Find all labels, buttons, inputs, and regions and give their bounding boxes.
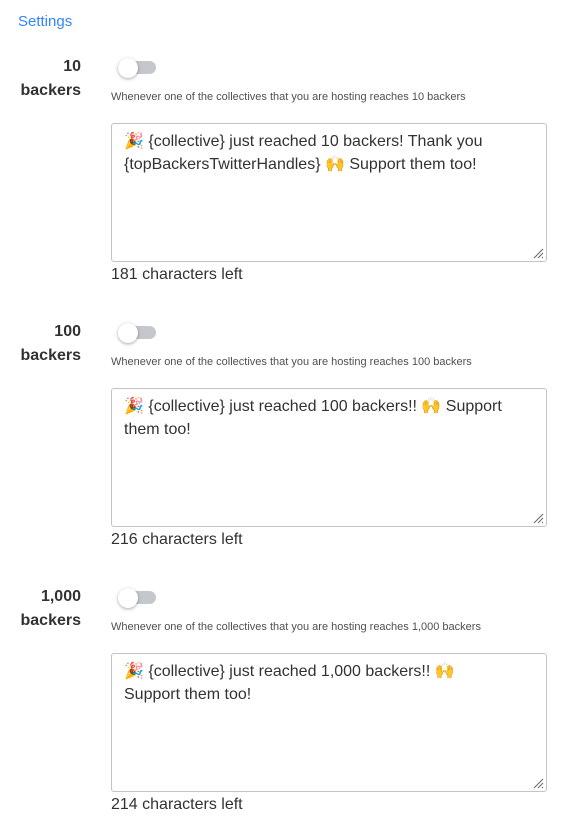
message-textarea[interactable]: 🎉 {collective} just reached 1,000 backer… bbox=[111, 653, 547, 792]
resize-grip-icon[interactable] bbox=[532, 512, 544, 524]
milestone-number: 10 bbox=[63, 58, 81, 75]
message-text: 🎉 {collective} just reached 1,000 backer… bbox=[124, 663, 455, 703]
settings-link[interactable]: Settings bbox=[18, 13, 72, 30]
enable-toggle[interactable] bbox=[118, 585, 158, 608]
message-textarea[interactable]: 🎉 {collective} just reached 10 backers! … bbox=[111, 123, 547, 262]
milestone-description: Whenever one of the collectives that you… bbox=[111, 621, 481, 633]
enable-toggle[interactable] bbox=[118, 55, 158, 78]
toggle-knob bbox=[118, 588, 138, 608]
toggle-knob bbox=[118, 58, 138, 78]
enable-toggle[interactable] bbox=[118, 320, 158, 343]
message-text: 🎉 {collective} just reached 10 backers! … bbox=[124, 133, 483, 173]
resize-grip-icon[interactable] bbox=[532, 247, 544, 259]
characters-left: 214 characters left bbox=[111, 796, 243, 813]
milestone-unit: backers bbox=[20, 347, 82, 364]
characters-left: 216 characters left bbox=[111, 531, 243, 548]
resize-grip-icon[interactable] bbox=[532, 777, 544, 789]
milestone-unit: backers bbox=[20, 612, 82, 629]
message-text: 🎉 {collective} just reached 100 backers!… bbox=[124, 398, 502, 438]
milestone-label: 10 backers bbox=[21, 55, 82, 103]
milestone-section-1000: 1,000 backers Whenever one of the collec… bbox=[0, 585, 584, 825]
milestone-unit: backers bbox=[20, 82, 82, 99]
message-textarea[interactable]: 🎉 {collective} just reached 100 backers!… bbox=[111, 388, 547, 527]
milestone-label: 100 backers bbox=[21, 320, 82, 368]
characters-left: 181 characters left bbox=[111, 266, 243, 283]
milestone-section-100: 100 backers Whenever one of the collecti… bbox=[0, 320, 584, 560]
milestone-section-10: 10 backers Whenever one of the collectiv… bbox=[0, 55, 584, 295]
milestone-description: Whenever one of the collectives that you… bbox=[111, 356, 472, 368]
milestone-number: 100 bbox=[54, 323, 81, 340]
toggle-knob bbox=[118, 323, 138, 343]
milestone-label: 1,000 backers bbox=[21, 585, 82, 633]
milestone-description: Whenever one of the collectives that you… bbox=[111, 91, 466, 103]
milestone-number: 1,000 bbox=[40, 588, 81, 605]
